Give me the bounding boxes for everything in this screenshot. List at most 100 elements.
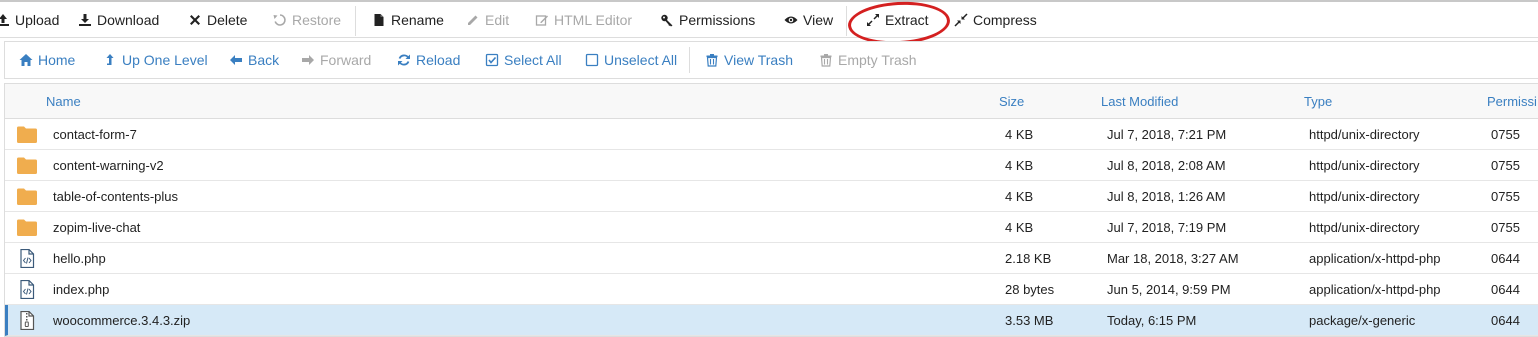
edit-square-icon xyxy=(535,13,549,27)
file-type: httpd/unix-directory xyxy=(1309,220,1420,235)
table-header: Name Size Last Modified Type Permissi xyxy=(5,84,1538,119)
file-name: woocommerce.3.4.3.zip xyxy=(53,313,191,328)
file-permissions: 0644 xyxy=(1491,313,1520,328)
html-editor-button[interactable]: HTML Editor xyxy=(535,2,632,38)
column-header-name[interactable]: Name xyxy=(46,84,81,119)
file-name: zopim-live-chat xyxy=(53,220,141,235)
file-size: 4 KB xyxy=(1005,189,1034,204)
table-row[interactable]: table-of-contents-plus 4 KB Jul 8, 2018,… xyxy=(5,181,1538,212)
close-icon xyxy=(188,13,202,27)
file-modified: Jun 5, 2014, 9:59 PM xyxy=(1107,282,1231,297)
toolbar-divider xyxy=(846,6,847,36)
key-icon xyxy=(660,13,674,27)
level-up-icon xyxy=(103,53,117,67)
back-button[interactable]: Back xyxy=(229,42,279,78)
file-modified: Jul 7, 2018, 7:19 PM xyxy=(1107,220,1227,235)
view-button[interactable]: View xyxy=(784,2,833,38)
forward-button[interactable]: Forward xyxy=(301,42,371,78)
file-size: 4 KB xyxy=(1005,158,1034,173)
pencil-icon xyxy=(466,13,480,27)
file-size: 28 bytes xyxy=(1005,282,1055,297)
column-header-type[interactable]: Type xyxy=(1304,84,1332,119)
file-type: package/x-generic xyxy=(1309,313,1416,328)
arrow-left-icon xyxy=(229,53,243,67)
file-name: hello.php xyxy=(53,251,106,266)
folder-icon xyxy=(17,157,37,174)
view-trash-button[interactable]: View Trash xyxy=(705,42,793,78)
toolbar-divider xyxy=(355,6,356,36)
file-name: index.php xyxy=(53,282,110,297)
table-row[interactable]: hello.php 2.18 KB Mar 18, 2018, 3:27 AM … xyxy=(5,243,1538,274)
file-name: table-of-contents-plus xyxy=(53,189,179,204)
file-permissions: 0755 xyxy=(1491,158,1520,173)
extract-button[interactable]: Extract xyxy=(866,2,929,38)
folder-icon xyxy=(17,126,37,143)
upload-icon xyxy=(0,13,10,27)
file-size: 3.53 MB xyxy=(1005,313,1054,328)
nav-divider xyxy=(689,47,690,73)
compress-arrows-icon xyxy=(954,13,968,27)
table-row[interactable]: contact-form-7 4 KB Jul 7, 2018, 7:21 PM… xyxy=(5,119,1538,150)
file-manager-toolbar: Upload Download Delete Restore Rename Ed… xyxy=(0,0,1538,38)
refresh-icon xyxy=(397,53,411,67)
permissions-button[interactable]: Permissions xyxy=(660,2,755,38)
column-header-size[interactable]: Size xyxy=(999,84,1024,119)
file-name: content-warning-v2 xyxy=(53,158,164,173)
navigation-bar: Home Up One Level Back Forward Reload Se… xyxy=(4,41,1538,79)
compress-button[interactable]: Compress xyxy=(954,2,1037,38)
file-icon xyxy=(372,13,386,27)
file-modified: Jul 7, 2018, 7:21 PM xyxy=(1107,127,1227,142)
file-size: 4 KB xyxy=(1005,127,1034,142)
checkbox-checked-icon xyxy=(485,53,499,67)
file-modified: Jul 8, 2018, 1:26 AM xyxy=(1107,189,1226,204)
file-type: application/x-httpd-php xyxy=(1309,282,1441,297)
code-file-icon xyxy=(20,280,35,299)
folder-icon xyxy=(17,219,37,236)
eye-icon xyxy=(784,13,798,27)
table-row-selected[interactable]: woocommerce.3.4.3.zip 3.53 MB Today, 6:1… xyxy=(5,305,1538,336)
restore-button[interactable]: Restore xyxy=(273,2,341,38)
expand-arrows-icon xyxy=(866,13,880,27)
upload-button[interactable]: Upload xyxy=(0,2,59,38)
column-header-last-modified[interactable]: Last Modified xyxy=(1101,84,1178,119)
code-file-icon xyxy=(20,249,35,268)
file-permissions: 0644 xyxy=(1491,251,1520,266)
file-list-table: Name Size Last Modified Type Permissi co… xyxy=(4,83,1538,337)
file-size: 4 KB xyxy=(1005,220,1034,235)
file-name: contact-form-7 xyxy=(53,127,137,142)
table-row[interactable]: content-warning-v2 4 KB Jul 8, 2018, 2:0… xyxy=(5,150,1538,181)
download-button[interactable]: Download xyxy=(78,2,159,38)
download-icon xyxy=(78,13,92,27)
home-button[interactable]: Home xyxy=(19,42,75,78)
table-row[interactable]: index.php 28 bytes Jun 5, 2014, 9:59 PM … xyxy=(5,274,1538,305)
file-permissions: 0755 xyxy=(1491,220,1520,235)
select-all-button[interactable]: Select All xyxy=(485,42,562,78)
checkbox-empty-icon xyxy=(585,53,599,67)
empty-trash-button[interactable]: Empty Trash xyxy=(819,42,917,78)
file-type: application/x-httpd-php xyxy=(1309,251,1441,266)
rename-button[interactable]: Rename xyxy=(372,2,444,38)
file-modified: Jul 8, 2018, 2:08 AM xyxy=(1107,158,1226,173)
up-one-level-button[interactable]: Up One Level xyxy=(103,42,208,78)
folder-icon xyxy=(17,188,37,205)
file-permissions: 0644 xyxy=(1491,282,1520,297)
edit-button[interactable]: Edit xyxy=(466,2,509,38)
delete-button[interactable]: Delete xyxy=(188,2,247,38)
trash-icon xyxy=(819,53,833,67)
unselect-all-button[interactable]: Unselect All xyxy=(585,42,677,78)
archive-file-icon xyxy=(20,311,35,330)
file-modified: Mar 18, 2018, 3:27 AM xyxy=(1107,251,1239,266)
file-size: 2.18 KB xyxy=(1005,251,1052,266)
file-type: httpd/unix-directory xyxy=(1309,158,1420,173)
home-icon xyxy=(19,53,33,67)
table-row[interactable]: zopim-live-chat 4 KB Jul 7, 2018, 7:19 P… xyxy=(5,212,1538,243)
reload-button[interactable]: Reload xyxy=(397,42,460,78)
file-modified: Today, 6:15 PM xyxy=(1107,313,1197,328)
file-permissions: 0755 xyxy=(1491,189,1520,204)
file-type: httpd/unix-directory xyxy=(1309,127,1420,142)
file-permissions: 0755 xyxy=(1491,127,1520,142)
column-header-permissions[interactable]: Permissi xyxy=(1487,84,1537,119)
undo-icon xyxy=(273,13,287,27)
trash-icon xyxy=(705,53,719,67)
arrow-right-icon xyxy=(301,53,315,67)
